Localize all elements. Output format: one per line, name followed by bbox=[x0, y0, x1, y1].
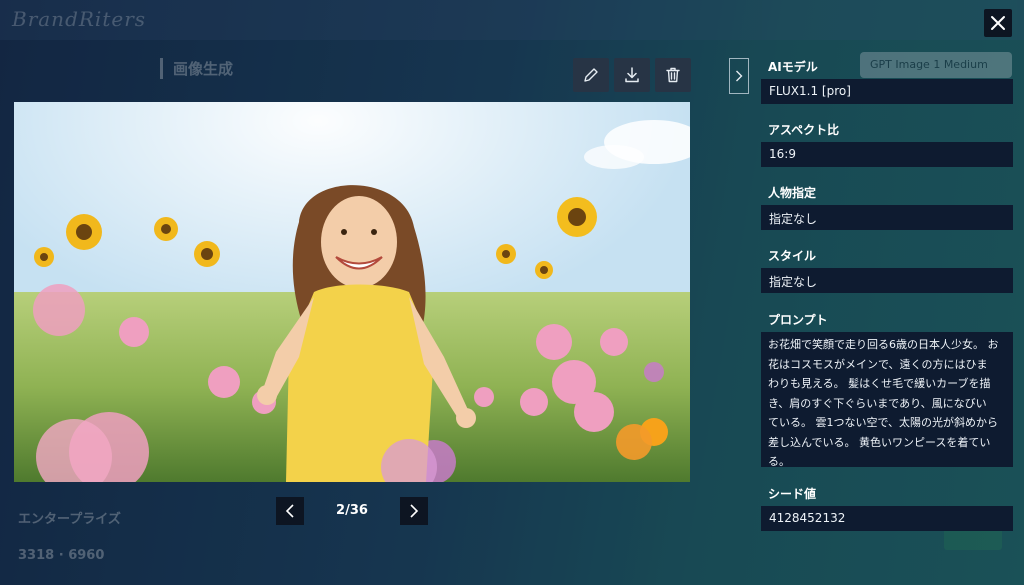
delete-button[interactable] bbox=[655, 58, 691, 92]
prompt-line: わりも見える。 髪はくせ毛で緩いカーブを描 bbox=[768, 377, 991, 390]
chevron-right-icon bbox=[410, 504, 419, 518]
edit-button[interactable] bbox=[573, 58, 609, 92]
aspect-label: アスペクト比 bbox=[768, 123, 840, 137]
generated-image bbox=[14, 102, 690, 482]
download-button[interactable] bbox=[614, 58, 650, 92]
model-label: AIモデル bbox=[768, 60, 818, 74]
style-label: スタイル bbox=[768, 249, 817, 263]
prompt-line: き、肩のすぐ下ぐらいまであり、風になびい bbox=[768, 396, 987, 410]
prompt-text: お花畑で笑顔で走り回る6歳の日本人少女。 お 花はコスモスがメインで、遠くの方に… bbox=[761, 332, 1013, 468]
close-icon bbox=[991, 16, 1005, 30]
prompt-line: 差し込んでいる。 黄色いワンピースを着てい bbox=[768, 435, 991, 449]
aspect-value: 16:9 bbox=[761, 142, 1013, 167]
person-value: 指定なし bbox=[761, 205, 1013, 230]
prev-image-button[interactable] bbox=[276, 497, 304, 525]
prompt-line: 花はコスモスがメインで、遠くの方にはひま bbox=[768, 357, 988, 371]
chevron-right-icon bbox=[736, 70, 743, 82]
prompt-label: プロンプト bbox=[768, 313, 828, 327]
style-value: 指定なし bbox=[761, 268, 1013, 293]
pencil-icon bbox=[584, 68, 598, 82]
panel-toggle-button[interactable] bbox=[729, 58, 749, 94]
page-counter: 2/36 bbox=[336, 503, 368, 518]
close-button[interactable] bbox=[984, 9, 1012, 37]
seed-label: シード値 bbox=[768, 487, 817, 501]
model-value: FLUX1.1 [pro] bbox=[761, 79, 1013, 104]
seed-value: 4128452132 bbox=[761, 506, 1013, 531]
download-icon bbox=[625, 67, 639, 83]
prompt-line: る。 bbox=[768, 455, 790, 468]
trash-icon bbox=[666, 67, 680, 83]
next-image-button[interactable] bbox=[400, 497, 428, 525]
chevron-left-icon bbox=[285, 504, 294, 518]
person-label: 人物指定 bbox=[768, 186, 817, 200]
prompt-line: ている。 雲1つない空で、太陽の光が斜めから bbox=[768, 416, 999, 429]
prompt-line: お花畑で笑顔で走り回る6歳の日本人少女。 お bbox=[768, 338, 999, 351]
